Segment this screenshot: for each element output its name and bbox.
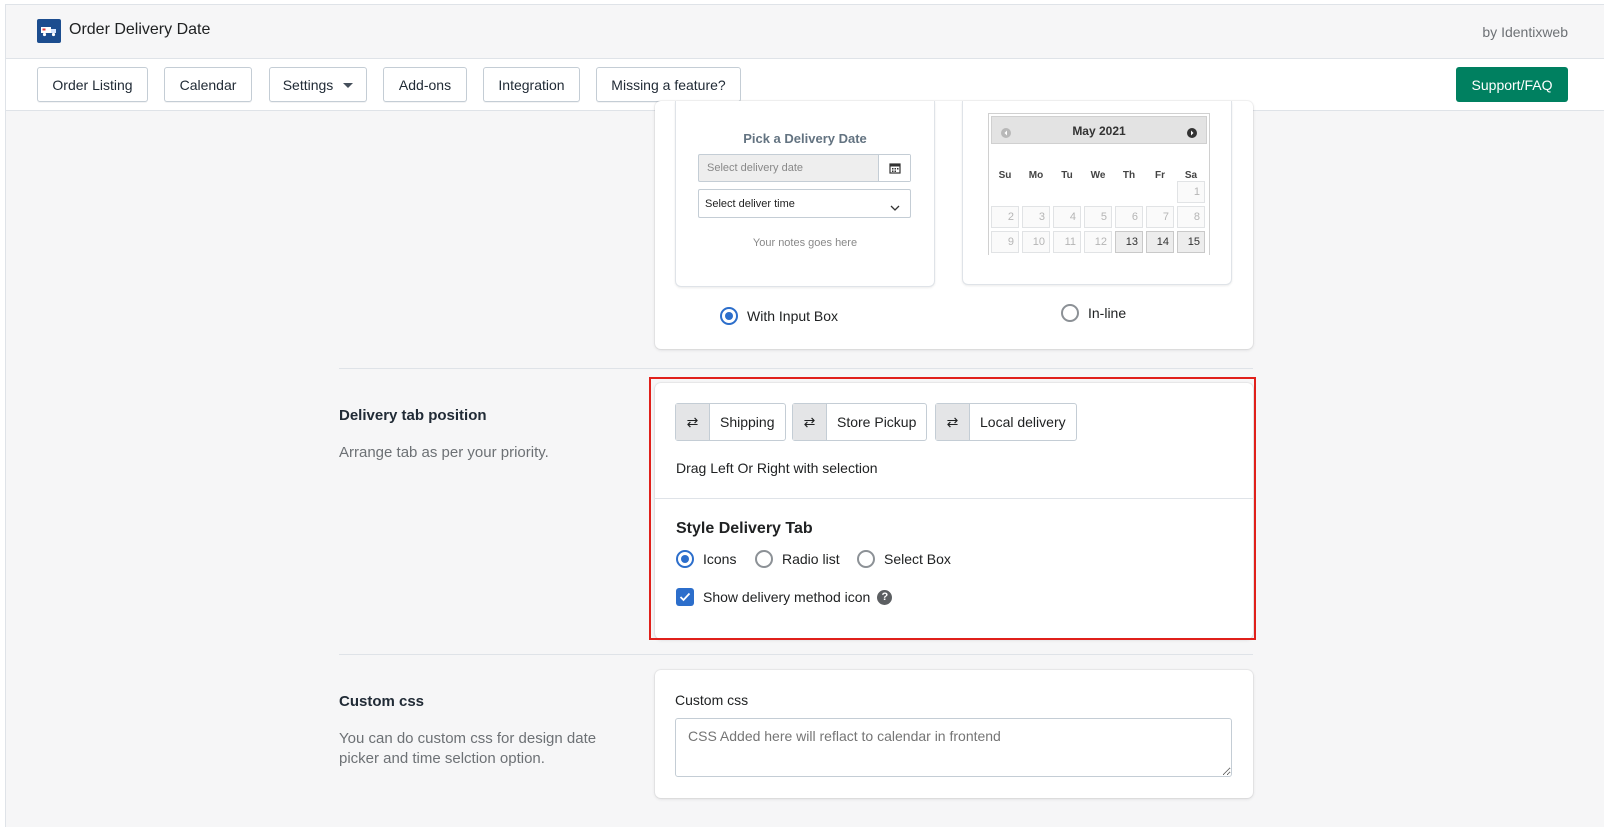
weekday-label: Th [1122,170,1136,181]
nav-settings-label: Settings [282,76,334,93]
custom-css-desc: You can do custom css for design date pi… [339,730,597,767]
nav-addons-button[interactable]: Add-ons [383,67,467,102]
preview-heading: Pick a Delivery Date [743,131,867,146]
weekday-label: Su [998,170,1012,181]
calendar-empty-cell [1053,181,1081,203]
preview-date-input: Select delivery date [698,154,911,182]
preview-notes: Your notes goes here [752,237,858,249]
option-inline[interactable]: In-line [1061,304,1126,322]
calendar-day-cell: 8 [1177,206,1205,228]
custom-css-textarea[interactable] [675,718,1232,777]
with-input-box-radio[interactable] [720,307,738,325]
truck-logo-icon [37,19,61,43]
weekday-label: Fr [1155,170,1165,181]
custom-css-field-label: Custom css [675,692,749,708]
calendar-empty-cell [1084,181,1112,203]
calendar-icon [878,155,910,181]
calendar-day-cell: 10 [1022,231,1050,253]
section-divider [339,654,1253,655]
calendar-empty-cell [1115,181,1143,203]
nav-order-listing-button[interactable]: Order Listing [37,67,148,102]
calendar-day-cell[interactable]: 14 [1146,231,1174,253]
weekday-label: Tu [1061,170,1073,181]
calendar-empty-cell [1022,181,1050,203]
weekday-label: Sa [1184,170,1198,181]
mini-calendar-header: May 2021 [991,116,1207,144]
app-header: Order Delivery Date by Identixweb [6,5,1604,59]
nav-integration-button[interactable]: Integration [483,67,580,102]
app-title: Order Delivery Date [69,21,211,38]
highlight-box [649,377,1256,640]
with-input-box-label: With Input Box [747,308,839,324]
developer-byline: by Identixweb [1482,24,1568,40]
calendar-empty-cell [991,181,1019,203]
preview-time-placeholder: Select deliver time [705,198,795,210]
delivery-tab-desc: Arrange tab as per your priority. [339,444,549,461]
calendar-day-cell: 2 [991,206,1019,228]
calendar-day-cell: 1 [1177,181,1205,203]
support-faq-button[interactable]: Support/FAQ [1456,67,1568,102]
calendar-day-cell: 11 [1053,231,1081,253]
calendar-day-cell: 3 [1022,206,1050,228]
calendar-day-cell: 6 [1115,206,1143,228]
calendar-day-cell: 9 [991,231,1019,253]
inline-label: In-line [1088,305,1127,321]
chevron-down-icon [890,199,900,217]
calendar-layout-card: Pick a Delivery Date Select delivery dat… [655,101,1253,349]
caret-down-icon [343,83,354,88]
inline-radio[interactable] [1061,304,1079,322]
option-with-input-box[interactable]: With Input Box [720,307,838,325]
nav-missing-feature-button[interactable]: Missing a feature? [596,67,741,102]
calendar-empty-cell [1146,181,1174,203]
mini-calendar: May 2021 Su Mo Tu We Th Fr Sa 1 2 3 4 5 6 7 8 9 10 11 12 1… [988,113,1210,255]
delivery-tab-title: Delivery tab position [339,407,487,424]
weekday-label: We [1090,170,1106,181]
calendar-day-cell[interactable]: 13 [1115,231,1143,253]
next-month-icon [1187,125,1197,143]
app-frame: Order Delivery Date by Identixweb Order … [5,4,1604,827]
calendar-day-cell: 12 [1084,231,1112,253]
calendar-day-cell: 5 [1084,206,1112,228]
mini-calendar-month: May 2021 [1072,124,1126,138]
section-divider [339,368,1253,369]
input-box-preview: Pick a Delivery Date Select delivery dat… [675,101,935,287]
weekday-label: Mo [1028,170,1044,181]
calendar-day-cell: 7 [1146,206,1174,228]
calendar-day-cell[interactable]: 15 [1177,231,1205,253]
preview-time-select: Select deliver time [698,189,911,218]
nav-settings-dropdown[interactable]: Settings [269,67,367,102]
custom-css-card: Custom css [655,670,1253,798]
preview-date-placeholder: Select delivery date [707,162,803,174]
inline-calendar-preview: May 2021 Su Mo Tu We Th Fr Sa 1 2 3 4 5 6 7 8 9 10 11 12 1… [962,101,1232,285]
settings-content: Pick a Delivery Date Select delivery dat… [6,101,1604,827]
calendar-day-cell: 4 [1053,206,1081,228]
nav-calendar-button[interactable]: Calendar [164,67,252,102]
custom-css-title: Custom css [339,693,425,710]
